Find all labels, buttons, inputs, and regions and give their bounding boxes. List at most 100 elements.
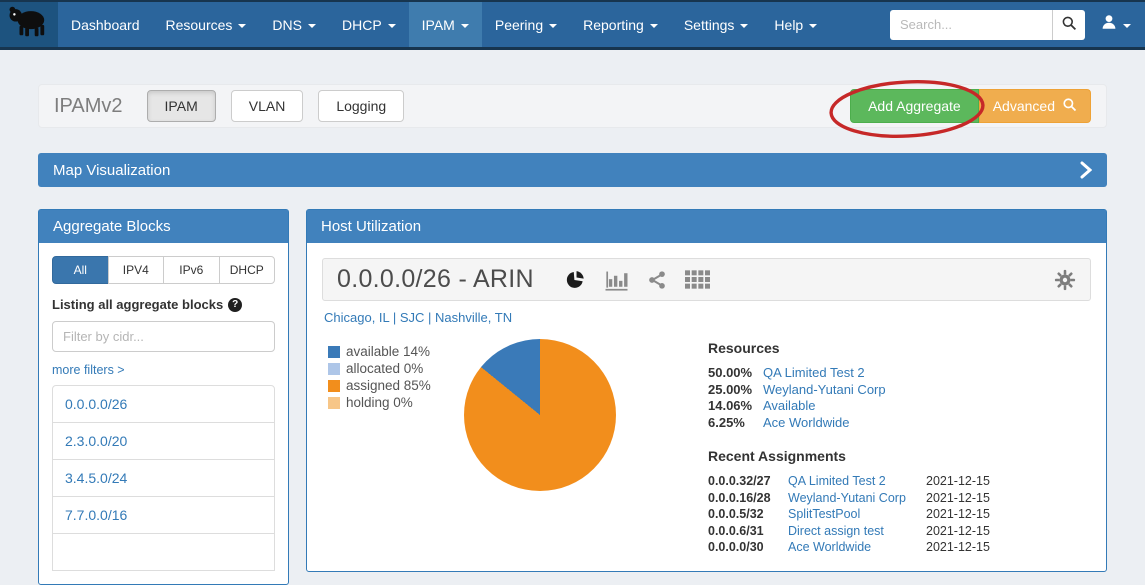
nav-item-reporting[interactable]: Reporting xyxy=(570,2,671,47)
assignment-link[interactable]: QA Limited Test 2 xyxy=(788,473,926,490)
resource-link[interactable]: QA Limited Test 2 xyxy=(763,365,865,382)
assignment-date: 2021-12-15 xyxy=(926,506,1002,523)
legend-label: allocated 0% xyxy=(346,360,423,377)
pie-legend: available 14% allocated 0% assigned 85% … xyxy=(328,339,460,556)
chevron-down-icon xyxy=(740,24,748,28)
chevron-down-icon xyxy=(308,24,316,28)
assignment-row: 0.0.0.6/31Direct assign test2021-12-15 xyxy=(708,523,1002,540)
brand-logo[interactable] xyxy=(0,2,58,47)
aggregate-filter-tabs: All IPV4 IPv6 DHCP xyxy=(52,256,275,284)
grid-view-icon[interactable] xyxy=(685,270,710,289)
bar-chart-view-icon[interactable] xyxy=(604,269,629,291)
assignment-link[interactable]: SplitTestPool xyxy=(788,506,926,523)
assignment-link[interactable]: Ace Worldwide xyxy=(788,539,926,556)
advanced-search-button[interactable]: Advanced xyxy=(979,89,1091,123)
cidr-filter-input[interactable] xyxy=(52,321,275,352)
legend-swatch xyxy=(328,380,340,392)
search-button[interactable] xyxy=(1052,10,1085,40)
resource-pct: 25.00% xyxy=(708,382,763,399)
chevron-down-icon xyxy=(549,24,557,28)
nav-item-peering[interactable]: Peering xyxy=(482,2,570,47)
chevron-right-icon[interactable] xyxy=(1080,161,1092,179)
resource-row: 25.00%Weyland-Yutani Corp xyxy=(708,382,1002,399)
tab-all[interactable]: All xyxy=(52,256,109,284)
listing-label: Listing all aggregate blocks xyxy=(52,297,223,312)
global-search xyxy=(890,10,1085,40)
utilization-pie-chart xyxy=(464,339,616,491)
search-input[interactable] xyxy=(890,10,1052,40)
search-icon xyxy=(1062,97,1077,115)
assignment-link[interactable]: Direct assign test xyxy=(788,523,926,540)
nav-item-help[interactable]: Help xyxy=(761,2,830,47)
add-aggregate-button[interactable]: Add Aggregate xyxy=(850,89,979,123)
nav-item-label: Peering xyxy=(495,17,543,33)
resource-link[interactable]: Ace Worldwide xyxy=(763,415,849,432)
nav-item-label: DHCP xyxy=(342,17,382,33)
nav-item-label: Reporting xyxy=(583,17,644,33)
map-visualization-title: Map Visualization xyxy=(53,162,170,179)
list-item[interactable] xyxy=(52,533,275,571)
resource-row: 50.00%QA Limited Test 2 xyxy=(708,365,1002,382)
assignment-row: 0.0.0.32/27QA Limited Test 22021-12-15 xyxy=(708,473,1002,490)
nav-item-resources[interactable]: Resources xyxy=(153,2,260,47)
share-icon[interactable] xyxy=(647,270,667,290)
gear-icon[interactable] xyxy=(1054,269,1076,291)
legend-swatch xyxy=(328,363,340,375)
assignment-link[interactable]: Weyland-Yutani Corp xyxy=(788,490,926,507)
list-item[interactable]: 7.7.0.0/16 xyxy=(52,496,275,534)
assignment-date: 2021-12-15 xyxy=(926,490,1002,507)
panda-logo-icon xyxy=(6,3,52,46)
search-icon xyxy=(1061,15,1077,34)
more-filters-link[interactable]: more filters > xyxy=(52,363,125,377)
resource-pct: 14.06% xyxy=(708,398,763,415)
recent-assignments-heading: Recent Assignments xyxy=(708,448,1002,464)
nav-item-label: DNS xyxy=(272,17,302,33)
nav-item-settings[interactable]: Settings xyxy=(671,2,762,47)
list-item[interactable]: 0.0.0.0/26 xyxy=(52,385,275,423)
legend-item: available 14% xyxy=(328,343,460,360)
assignment-cidr: 0.0.0.0/30 xyxy=(708,539,788,556)
chevron-down-icon xyxy=(388,24,396,28)
assignment-date: 2021-12-15 xyxy=(926,523,1002,540)
aggregate-block-list: 0.0.0.0/26 2.3.0.0/20 3.4.5.0/24 7.7.0.0… xyxy=(52,385,275,571)
list-item[interactable]: 2.3.0.0/20 xyxy=(52,422,275,460)
nav-item-ipam[interactable]: IPAM xyxy=(409,2,482,47)
pie-chart-view-icon[interactable] xyxy=(564,269,586,291)
utilization-subheader: 0.0.0.0/26 - ARIN xyxy=(322,258,1091,301)
assignment-row: 0.0.0.16/28Weyland-Yutani Corp2021-12-15 xyxy=(708,490,1002,507)
nav-item-dashboard[interactable]: Dashboard xyxy=(58,2,153,47)
assignment-date: 2021-12-15 xyxy=(926,539,1002,556)
host-utilization-header: Host Utilization xyxy=(307,210,1106,243)
legend-item: assigned 85% xyxy=(328,377,460,394)
nav-item-dns[interactable]: DNS xyxy=(259,2,329,47)
nav-item-label: Dashboard xyxy=(71,17,140,33)
chevron-down-icon xyxy=(1123,24,1131,28)
tab-dhcp[interactable]: DHCP xyxy=(219,256,276,284)
resource-row: 6.25%Ace Worldwide xyxy=(708,415,1002,432)
tab-ipv4[interactable]: IPV4 xyxy=(108,256,165,284)
chevron-down-icon xyxy=(461,24,469,28)
tab-ipv6[interactable]: IPv6 xyxy=(163,256,220,284)
list-item[interactable]: 3.4.5.0/24 xyxy=(52,459,275,497)
map-visualization-bar[interactable]: Map Visualization xyxy=(38,153,1107,187)
assignment-cidr: 0.0.0.16/28 xyxy=(708,490,788,507)
assignment-cidr: 0.0.0.6/31 xyxy=(708,523,788,540)
ipam-toolbar: IPAMv2 IPAM VLAN Logging Add Aggregate A… xyxy=(38,84,1107,128)
help-icon[interactable]: ? xyxy=(228,298,242,312)
top-nav: Dashboard Resources DNS DHCP IPAM Peerin… xyxy=(0,0,1145,50)
chevron-down-icon xyxy=(650,24,658,28)
user-menu[interactable] xyxy=(1100,13,1131,36)
resource-link[interactable]: Available xyxy=(763,398,816,415)
nav-item-label: Help xyxy=(774,17,803,33)
tab-logging[interactable]: Logging xyxy=(318,90,404,122)
assignment-cidr: 0.0.0.5/32 xyxy=(708,506,788,523)
aggregate-title: 0.0.0.0/26 - ARIN xyxy=(337,265,534,294)
tab-vlan[interactable]: VLAN xyxy=(231,90,304,122)
assignment-row: 0.0.0.0/30Ace Worldwide2021-12-15 xyxy=(708,539,1002,556)
resource-pct: 6.25% xyxy=(708,415,763,432)
nav-item-dhcp[interactable]: DHCP xyxy=(329,2,409,47)
tab-ipam[interactable]: IPAM xyxy=(147,90,216,122)
aggregate-blocks-header: Aggregate Blocks xyxy=(39,210,288,243)
resource-link[interactable]: Weyland-Yutani Corp xyxy=(763,382,886,399)
location-links[interactable]: Chicago, IL | SJC | Nashville, TN xyxy=(324,310,1089,325)
